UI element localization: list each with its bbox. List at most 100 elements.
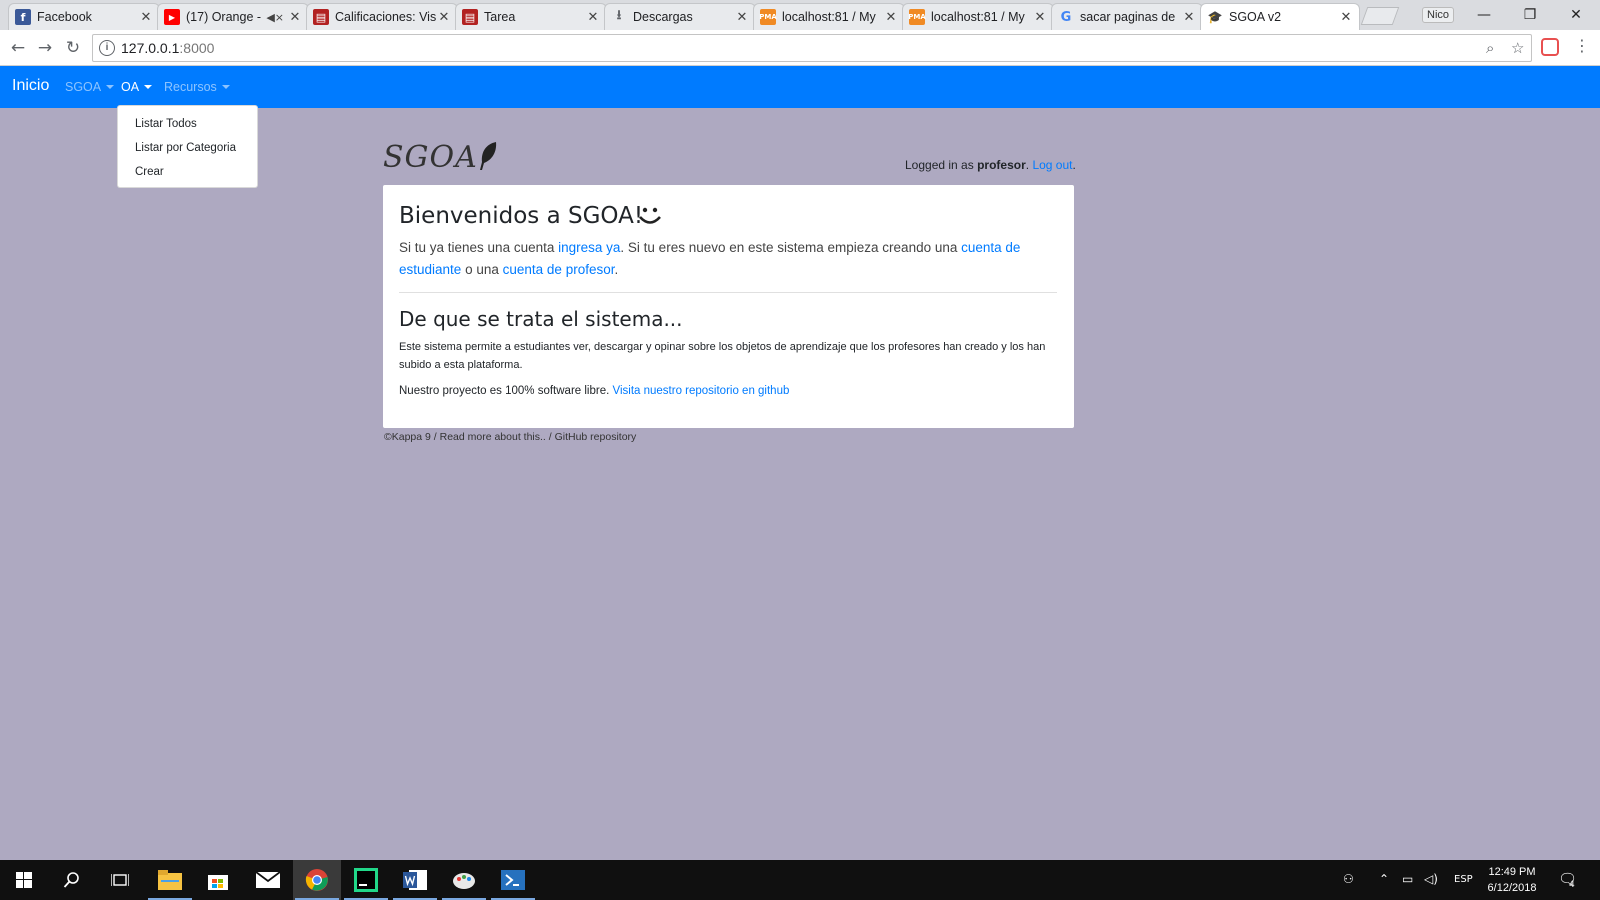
chevron-up-icon[interactable]: ⌃ <box>1379 872 1389 886</box>
profile-button[interactable]: Nico <box>1422 7 1455 23</box>
login-separator: . <box>1025 158 1030 172</box>
nav-recursos-dropdown[interactable]: Recursos <box>164 80 230 94</box>
clock[interactable]: 12:49 PM 6/12/2018 <box>1479 864 1545 896</box>
open-source-text: Nuestro proyecto es 100% software libre.… <box>399 385 789 397</box>
browser-tab[interactable]: PMA localhost:81 / My ✕ <box>753 3 905 30</box>
about-description: Este sistema permite a estudiantes ver, … <box>399 341 1046 371</box>
phpmyadmin-icon: PMA <box>759 9 777 25</box>
browser-tab-strip: f Facebook ✕ ▶ (17) Orange - ◀× ✕ ▤ Cali… <box>0 0 1600 30</box>
welcome-text: Si tu ya tienes una cuenta ingresa ya. S… <box>399 237 1059 281</box>
browser-tab[interactable]: ▶ (17) Orange - ◀× ✕ <box>157 3 309 30</box>
site-logo: SGOA <box>383 140 478 175</box>
close-icon[interactable]: ✕ <box>1033 10 1047 25</box>
extension-icon[interactable] <box>1541 38 1559 56</box>
page-footer: ©Kappa 9 / Read more about this.. / GitH… <box>384 431 637 443</box>
dropdown-item-listar-todos[interactable]: Listar Todos <box>118 112 257 136</box>
browser-tab[interactable]: ▤ Tarea ✕ <box>455 3 607 30</box>
welcome-text-part: o una <box>465 262 499 277</box>
url-port: :8000 <box>179 40 215 56</box>
logout-link[interactable]: Log out <box>1032 158 1072 172</box>
login-status: Logged in as profesor. Log out. <box>905 158 1076 172</box>
nav-oa-dropdown[interactable]: OA <box>121 80 153 94</box>
university-icon: ▤ <box>313 9 329 25</box>
close-icon[interactable]: ✕ <box>884 10 898 25</box>
github-repo-link[interactable]: Visita nuestro repositorio en github <box>613 385 790 397</box>
tab-title: Facebook <box>37 10 92 24</box>
close-icon[interactable]: ✕ <box>437 10 451 25</box>
tab-title: (17) Orange - <box>186 10 262 24</box>
teacher-account-link[interactable]: cuenta de profesor <box>503 262 615 277</box>
zoom-icon[interactable]: ⌕ <box>1486 39 1494 57</box>
smiley-icon <box>639 207 661 224</box>
welcome-title: Bienvenidos a SGOA! <box>399 203 644 229</box>
graduation-cap-icon: 🎓 <box>1207 10 1223 24</box>
browser-tab[interactable]: f Facebook ✕ <box>8 3 160 30</box>
url-host: 127.0.0.1 <box>121 40 180 56</box>
network-icon[interactable]: ▭ <box>1402 872 1413 886</box>
people-icon[interactable]: ⚇ <box>1343 872 1354 886</box>
close-icon[interactable]: ✕ <box>1339 10 1353 25</box>
site-info-icon[interactable]: i <box>99 40 115 56</box>
store-icon[interactable] <box>194 860 242 900</box>
minimize-icon[interactable]: — <box>1464 3 1504 27</box>
nav-label: SGOA <box>65 80 102 94</box>
welcome-card: Bienvenidos a SGOA! Si tu ya tienes una … <box>383 185 1074 428</box>
login-link[interactable]: ingresa ya <box>558 240 620 255</box>
tab-title: Calificaciones: Vis <box>335 10 437 24</box>
welcome-text-part: . Si tu eres nuevo en este sistema empie… <box>620 240 958 255</box>
task-view-icon[interactable] <box>96 860 144 900</box>
windows-taskbar: ⚇ ⌃ ▭ ◁) ESP 12:49 PM 6/12/2018 🗨 4 <box>0 860 1600 900</box>
browser-tab-active[interactable]: 🎓 SGOA v2 ✕ <box>1200 3 1360 30</box>
oss-text: Nuestro proyecto es 100% software libre. <box>399 385 610 397</box>
close-icon[interactable]: ✕ <box>1182 10 1196 25</box>
powershell-icon[interactable] <box>489 860 537 900</box>
welcome-text-part: Si tu ya tienes una cuenta <box>399 240 555 255</box>
restore-icon[interactable]: ❐ <box>1510 3 1550 27</box>
site-navbar: Inicio SGOA OA Recursos <box>0 66 1600 108</box>
menu-dots-icon[interactable]: ⋮ <box>1574 36 1590 55</box>
reload-icon[interactable]: ↻ <box>61 36 85 60</box>
address-bar[interactable]: i 127.0.0.1:8000 ⌕ ☆ <box>92 34 1532 62</box>
browser-tab[interactable]: ▤ Calificaciones: Vis ✕ <box>306 3 458 30</box>
language-indicator[interactable]: ESP <box>1454 874 1473 885</box>
browser-tab[interactable]: G sacar paginas de ✕ <box>1051 3 1203 30</box>
search-icon[interactable] <box>48 860 96 900</box>
speaker-muted-icon[interactable]: ◀× <box>266 11 284 24</box>
file-explorer-icon[interactable] <box>146 860 194 900</box>
close-icon[interactable]: ✕ <box>288 10 302 25</box>
tab-title: localhost:81 / My <box>931 10 1025 24</box>
back-arrow-icon[interactable]: ← <box>6 36 30 60</box>
tab-title: localhost:81 / My <box>782 10 876 24</box>
volume-icon[interactable]: ◁) <box>1424 872 1438 886</box>
caret-down-icon <box>221 85 230 89</box>
about-title: De que se trata el sistema... <box>399 307 683 331</box>
close-icon[interactable]: ✕ <box>586 10 600 25</box>
tab-title: sacar paginas de <box>1080 10 1176 24</box>
facebook-icon: f <box>15 9 31 25</box>
browser-tab[interactable]: ⭳ Descargas ✕ <box>604 3 756 30</box>
window-close-icon[interactable]: ✕ <box>1556 3 1596 27</box>
caret-down-icon <box>106 85 115 89</box>
word-icon[interactable] <box>391 860 439 900</box>
nav-sgoa-dropdown[interactable]: SGOA <box>65 80 115 94</box>
browser-toolbar: ← → ↻ i 127.0.0.1:8000 ⌕ ☆ <box>0 30 1600 66</box>
chrome-icon[interactable] <box>293 860 341 900</box>
notification-count: 4 <box>1569 880 1575 890</box>
bookmark-star-icon[interactable]: ☆ <box>1511 39 1524 57</box>
dropdown-item-listar-por-categoria[interactable]: Listar por Categoria <box>118 136 257 160</box>
paint-icon[interactable] <box>440 860 488 900</box>
windows-start-icon[interactable] <box>0 860 48 900</box>
close-icon[interactable]: ✕ <box>735 10 749 25</box>
dropdown-item-crear[interactable]: Crear <box>118 160 257 184</box>
browser-tab[interactable]: PMA localhost:81 / My ✕ <box>902 3 1054 30</box>
oa-dropdown-menu: Listar Todos Listar por Categoria Crear <box>117 105 258 188</box>
forward-arrow-icon[interactable]: → <box>33 36 57 60</box>
welcome-text-part: . <box>614 262 619 277</box>
nav-brand-link[interactable]: Inicio <box>12 77 49 95</box>
university-icon: ▤ <box>462 9 478 25</box>
new-tab-button[interactable] <box>1360 7 1400 25</box>
pycharm-icon[interactable] <box>342 860 390 900</box>
mail-icon[interactable] <box>244 860 292 900</box>
close-icon[interactable]: ✕ <box>139 10 153 25</box>
feather-icon <box>480 142 497 170</box>
